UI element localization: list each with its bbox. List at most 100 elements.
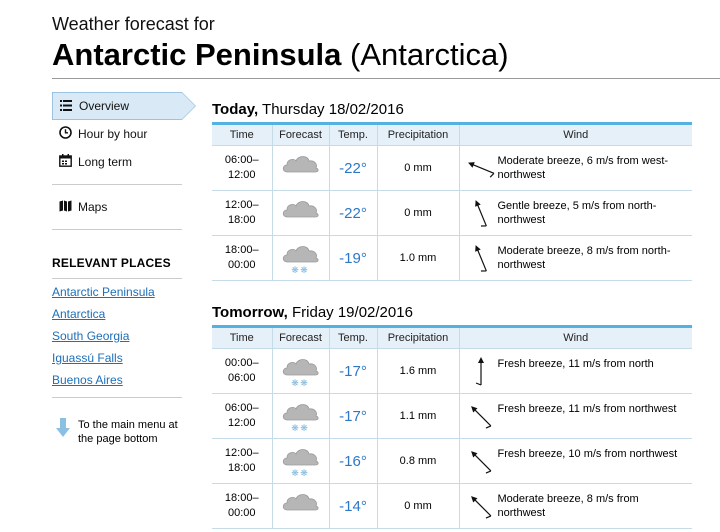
temperature: -17° [328, 348, 377, 394]
wind-cell: Fresh breeze, 11 m/s from north [458, 348, 692, 394]
wind-cell: Moderate breeze, 8 m/s from northwest [458, 483, 692, 529]
temperature: -22° [328, 145, 377, 191]
day-label: Tomorrow, [212, 304, 288, 321]
day-date: Thursday 18/02/2016 [262, 101, 404, 118]
clock-icon [58, 126, 72, 142]
col-forecast-header: Forecast [271, 122, 329, 146]
cloud-snow-icon: ❋ ❋ [281, 240, 321, 276]
list-icon [59, 99, 73, 114]
precipitation: 1.6 mm [376, 348, 459, 394]
wind-description: Fresh breeze, 11 m/s from north [497, 358, 654, 370]
precipitation: 1.0 mm [376, 235, 459, 281]
nav-overview[interactable]: Overview [52, 92, 196, 120]
day-heading-tomorrow: Tomorrow, Friday 19/02/2016 [212, 304, 413, 321]
place-link[interactable]: Buenos Aires [52, 369, 198, 391]
nav-long-term[interactable]: Long term [52, 148, 198, 176]
svg-text:❋: ❋ [300, 266, 308, 276]
forecast-cell: ❋ ❋ [271, 235, 329, 281]
wind-arrow-icon [464, 195, 498, 231]
wind-cell: Fresh breeze, 11 m/s from northwest [458, 393, 692, 439]
nav-hour-by-hour-label: Hour by hour [78, 127, 148, 141]
precipitation: 0 mm [376, 190, 459, 236]
forecast-row: 12:00– 18:00 ❋ ❋ -16° 0.8 mm Fresh breeze, 10 … [212, 438, 692, 484]
time-from: 06:00– [224, 154, 259, 166]
time-from: 12:00– [224, 447, 259, 459]
temperature: -19° [328, 235, 377, 281]
wind-cell: Moderate breeze, 6 m/s from west-northwe… [458, 145, 692, 191]
time-cell: 18:00– 00:00 [212, 483, 272, 529]
place-link[interactable]: Antarctica [52, 303, 198, 325]
forecast-row: 18:00– 00:00 -14° 0 mm Moderate breeze, 8 m/… [212, 483, 692, 529]
time-cell: 12:00– 18:00 [212, 438, 272, 484]
col-wind-header: Wind [458, 325, 692, 349]
day-date: Friday 19/02/2016 [292, 304, 413, 321]
cloud-snow-icon: ❋ ❋ [281, 353, 321, 389]
time-to: 18:00 [227, 214, 256, 226]
col-temp-header: Temp. [328, 122, 377, 146]
svg-text:❋: ❋ [291, 424, 299, 434]
place-link[interactable]: Iguassú Falls [52, 347, 198, 369]
nav-maps-label: Maps [78, 200, 108, 214]
forecast-row: 06:00– 12:00 -22° 0 mm Moderate breeze, 6 m/… [212, 145, 692, 191]
time-to: 12:00 [227, 169, 256, 181]
forecast-cell [271, 145, 329, 191]
col-time-header: Time [212, 325, 272, 349]
nav-maps[interactable]: Maps [52, 193, 198, 221]
wind-arrow-icon [464, 488, 498, 524]
forecast-cell [271, 190, 329, 236]
wind-arrow-icon [464, 150, 498, 186]
temperature: -14° [328, 483, 377, 529]
precipitation: 0 mm [376, 483, 459, 529]
time-cell: 18:00– 00:00 [212, 235, 272, 281]
sidebar: Overview Hour by hour Long term Maps REL… [52, 92, 198, 446]
svg-text:❋: ❋ [300, 469, 308, 479]
sidebar-divider [52, 397, 182, 398]
col-precip-header: Precipitation [376, 325, 459, 349]
time-to: 00:00 [227, 507, 256, 519]
forecast-row: 00:00– 06:00 ❋ ❋ -17° 1.6 mm Fresh breeze, 11 … [212, 348, 692, 394]
col-forecast-header: Forecast [271, 325, 329, 349]
time-from: 00:00– [224, 357, 259, 369]
sidebar-divider [52, 229, 182, 230]
region-name: (Antarctica) [350, 37, 509, 72]
forecast-cell: ❋ ❋ [271, 438, 329, 484]
wind-arrow-icon [464, 443, 498, 479]
cloud-icon [281, 195, 321, 231]
wind-cell: Moderate breeze, 8 m/s from north-northw… [458, 235, 692, 281]
calendar-icon [58, 154, 72, 170]
place-link[interactable]: Antarctic Peninsula [52, 281, 198, 303]
temperature: -17° [328, 393, 377, 439]
svg-text:❋: ❋ [291, 266, 299, 276]
col-temp-header: Temp. [328, 325, 377, 349]
col-precip-header: Precipitation [376, 122, 459, 146]
forecast-row: 12:00– 18:00 -22° 0 mm Gentle breeze, 5 m/s … [212, 190, 692, 236]
col-wind-header: Wind [458, 122, 692, 146]
wind-arrow-icon [464, 240, 498, 276]
svg-text:❋: ❋ [291, 469, 299, 479]
header-divider [52, 78, 720, 79]
location-name: Antarctic Peninsula [52, 37, 342, 72]
time-to: 18:00 [227, 462, 256, 474]
wind-description: Fresh breeze, 10 m/s from northwest [497, 448, 678, 460]
wind-arrow-icon [464, 353, 498, 389]
time-from: 18:00– [224, 492, 259, 504]
arrow-down-icon [52, 418, 70, 446]
temperature: -22° [328, 190, 377, 236]
forecast-row: 06:00– 12:00 ❋ ❋ -17° 1.1 mm Fresh breeze, 11 … [212, 393, 692, 439]
time-cell: 06:00– 12:00 [212, 393, 272, 439]
svg-text:❋: ❋ [300, 379, 308, 389]
nav-hour-by-hour[interactable]: Hour by hour [52, 120, 198, 148]
wind-description: Moderate breeze, 8 m/s from northwest [497, 493, 639, 519]
col-time-header: Time [212, 122, 272, 146]
time-cell: 06:00– 12:00 [212, 145, 272, 191]
relevant-places-heading: RELEVANT PLACES [52, 256, 171, 270]
temperature: -16° [328, 438, 377, 484]
wind-cell: Fresh breeze, 10 m/s from northwest [458, 438, 692, 484]
main-menu-link[interactable]: To the main menu at the page bottom [52, 418, 198, 446]
cloud-icon [281, 488, 321, 524]
forecast-cell: ❋ ❋ [271, 348, 329, 394]
cloud-icon [281, 150, 321, 186]
page-header: Weather forecast for Antarctic Peninsula… [52, 14, 509, 73]
place-link[interactable]: South Georgia [52, 325, 198, 347]
wind-arrow-icon [464, 398, 498, 434]
